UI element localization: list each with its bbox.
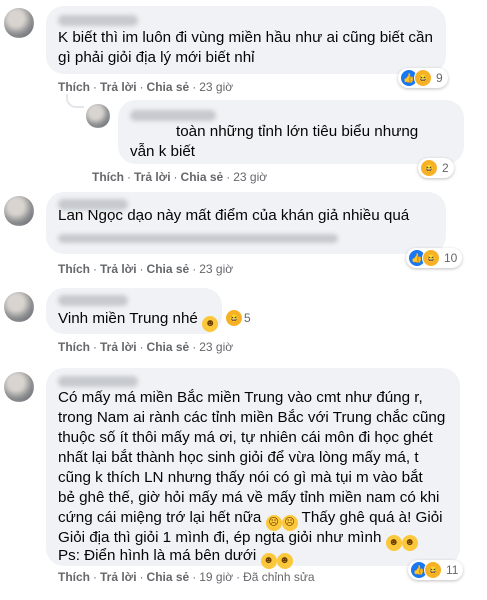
comment-actions: Thích · Trả lời · Chia sẻ · 23 giờ [58, 262, 234, 276]
commenter-name-blurred[interactable] [58, 295, 128, 306]
avatar[interactable] [4, 372, 34, 402]
comment-text: Giỏi địa thì giỏi 1 mình đi, ép ngta giỏ… [58, 529, 382, 546]
avatar[interactable] [4, 292, 34, 322]
reaction-count: 5 [244, 311, 251, 325]
haha-icon: 😆 [422, 249, 440, 267]
reply-link[interactable]: Trả lời [100, 262, 137, 276]
avatar[interactable] [4, 196, 34, 226]
comment-text: Ps: Điển hình là má bên dưới [58, 547, 257, 564]
share-link[interactable]: Chia sẻ [147, 570, 190, 584]
comment-text-line: Ps: Điển hình là má bên dưới ☻ ☻ [58, 546, 293, 569]
timestamp[interactable]: 19 giờ [199, 570, 233, 584]
comment-text-line: bẻ ghê thế, giờ hỏi mấy má về mấy tỉnh m… [58, 489, 440, 506]
share-link[interactable]: Chia sẻ [147, 262, 190, 276]
avatar[interactable] [86, 104, 110, 128]
like-link[interactable]: Thích [58, 80, 90, 94]
haha-icon: 😆 [420, 159, 438, 177]
share-link[interactable]: Chia sẻ [147, 80, 190, 94]
reaction-count: 9 [436, 71, 443, 85]
grin-emoji-icon: ☻ [260, 553, 277, 569]
commenter-name-blurred[interactable] [58, 15, 138, 26]
reply-link[interactable]: Trả lời [134, 170, 171, 184]
comment-text-line: Vinh miền Trung nhé ☻ [58, 309, 219, 332]
reaction-summary[interactable]: 👍 😆 9 [398, 68, 448, 88]
timestamp[interactable]: 23 giờ [199, 340, 233, 354]
comment-text-line: Lan Ngọc dạo này mất điểm của khán giả n… [58, 207, 410, 224]
share-link[interactable]: Chia sẻ [147, 340, 190, 354]
comment-text-line: K biết thì im luôn đi vùng miền hầu như … [58, 29, 433, 46]
commenter-name-blurred[interactable] [58, 376, 138, 387]
comment-text-line: nhất lại bắt thành học sinh giỏi để vừa … [58, 449, 419, 466]
reaction-summary[interactable]: 👍 😆 10 [406, 248, 463, 268]
blurred-text [58, 234, 338, 243]
comment-text-line: Có mấy má miền Bắc miền Trung vào cmt nh… [58, 389, 423, 406]
comment-bubble: K biết thì im luôn đi vùng miền hầu như … [46, 6, 446, 74]
share-link[interactable]: Chia sẻ [181, 170, 224, 184]
reaction-summary[interactable]: 😆 2 [418, 158, 454, 178]
comment-text: Thấy ghê quá à! Giỏi [301, 509, 443, 526]
commenter-name-blurred[interactable] [130, 110, 216, 121]
like-link[interactable]: Thích [92, 170, 124, 184]
dizzy-emoji-icon: ☻ [401, 535, 418, 551]
edited-label[interactable]: Đã chỉnh sửa [243, 570, 314, 584]
haha-icon: 😆 [414, 69, 432, 87]
reaction-count: 2 [442, 161, 449, 175]
timestamp[interactable]: 23 giờ [199, 80, 233, 94]
comment-actions: Thích · Trả lời · Chia sẻ · 19 giờ · Đã chỉnh sử… [58, 570, 315, 584]
reaction-summary[interactable]: 👍 😆 11 [408, 560, 464, 580]
dizzy-emoji-icon: ☻ [385, 535, 402, 551]
comment-bubble: toàn những tỉnh lớn tiêu biểu nhưng vẫn … [118, 100, 464, 164]
reaction-count: 10 [444, 251, 458, 265]
reply-thread-line [66, 94, 84, 108]
reply-link[interactable]: Trả lời [100, 340, 137, 354]
like-link[interactable]: Thích [58, 340, 90, 354]
comment-actions: Thích · Trả lời · Chia sẻ · 23 giờ [92, 170, 268, 184]
comment-actions: Thích · Trả lời · Chia sẻ · 23 giờ [58, 340, 234, 354]
comment-bubble: Lan Ngọc dạo này mất điểm của khán giả n… [46, 192, 446, 254]
comment-actions: Thích · Trả lời · Chia sẻ · 23 giờ [58, 80, 234, 94]
comment-text-line: gì phải giỏi địa lý mới biết nhỉ [58, 49, 255, 66]
comment-text-line: cũng k thích LN nhưng thấy nói có gì mà … [58, 469, 423, 486]
reaction-count: 11 [446, 563, 459, 577]
timestamp[interactable]: 23 giờ [233, 170, 267, 184]
laughing-emoji-icon: ☻ [202, 316, 219, 332]
reply-link[interactable]: Trả lời [100, 80, 137, 94]
grin-emoji-icon: ☻ [276, 553, 293, 569]
comment-text: cứng cái miệng trớ lại hết nữa [58, 509, 262, 526]
reply-link[interactable]: Trả lời [100, 570, 137, 584]
like-link[interactable]: Thích [58, 570, 90, 584]
like-link[interactable]: Thích [58, 262, 90, 276]
comment-bubble: Vinh miền Trung nhé ☻ [46, 288, 222, 334]
haha-icon: 😆 [424, 561, 442, 579]
inline-reaction[interactable]: 😆 5 [226, 310, 251, 326]
comment-text-line: trong Nam ai rành các tỉnh miền Bắc với … [58, 409, 446, 426]
comment-text-line: toàn những tỉnh lớn tiêu biểu nhưng [176, 123, 419, 140]
avatar[interactable] [4, 8, 34, 38]
timestamp[interactable]: 23 giờ [199, 262, 233, 276]
haha-icon: 😆 [226, 310, 242, 326]
comment-bubble: Có mấy má miền Bắc miền Trung vào cmt nh… [46, 368, 460, 569]
comment-text: Vinh miền Trung nhé [58, 310, 198, 327]
comment-text-line: thuộc số ít thôi mấy má ơi, tự nhiên cái… [58, 429, 433, 446]
comment-text-line: vẫn k biết [130, 143, 196, 160]
